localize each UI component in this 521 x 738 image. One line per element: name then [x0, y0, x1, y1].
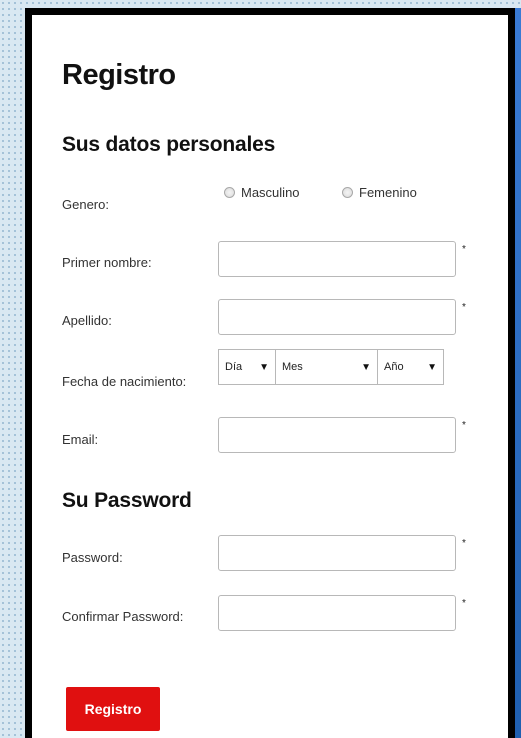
- password-required-mark: *: [462, 538, 466, 549]
- radio-femenino[interactable]: [342, 187, 353, 198]
- birth-month-value: Mes: [282, 361, 303, 373]
- password-section-heading: Su Password: [62, 489, 192, 512]
- first-name-input[interactable]: [218, 241, 456, 277]
- radio-label-femenino: Femenino: [359, 185, 417, 200]
- registration-panel: Registro Sus datos personales Genero: Ma…: [25, 8, 515, 738]
- birth-day-select[interactable]: Día ▼: [218, 349, 276, 385]
- confirm-password-input[interactable]: [218, 595, 456, 631]
- radio-masculino[interactable]: [224, 187, 235, 198]
- email-input[interactable]: [218, 417, 456, 453]
- birth-year-value: Año: [384, 361, 404, 373]
- password-input[interactable]: [218, 535, 456, 571]
- confirm-password-label: Confirmar Password:: [62, 609, 184, 624]
- last-name-required-mark: *: [462, 302, 466, 313]
- birth-month-select[interactable]: Mes ▼: [276, 349, 378, 385]
- confirm-password-required-mark: *: [462, 598, 466, 609]
- password-label: Password:: [62, 550, 123, 565]
- gender-option-femenino[interactable]: Femenino: [342, 185, 417, 200]
- last-name-input[interactable]: [218, 299, 456, 335]
- birthdate-label: Fecha de nacimiento:: [62, 374, 187, 389]
- birth-year-select[interactable]: Año ▼: [378, 349, 444, 385]
- first-name-label: Primer nombre:: [62, 255, 152, 270]
- blue-side-strip: [515, 8, 521, 738]
- page-title: Registro: [62, 59, 176, 91]
- first-name-required-mark: *: [462, 244, 466, 255]
- chevron-down-icon: ▼: [259, 361, 269, 373]
- personal-section-heading: Sus datos personales: [62, 133, 276, 156]
- submit-registro-button[interactable]: Registro: [66, 687, 160, 731]
- email-label: Email:: [62, 432, 99, 447]
- chevron-down-icon: ▼: [361, 361, 371, 373]
- gender-option-masculino[interactable]: Masculino: [224, 185, 300, 200]
- birth-day-value: Día: [225, 361, 243, 373]
- radio-label-masculino: Masculino: [241, 185, 300, 200]
- email-required-mark: *: [462, 420, 466, 431]
- chevron-down-icon: ▼: [427, 361, 437, 373]
- last-name-label: Apellido:: [62, 313, 112, 328]
- gender-label: Genero:: [62, 197, 109, 212]
